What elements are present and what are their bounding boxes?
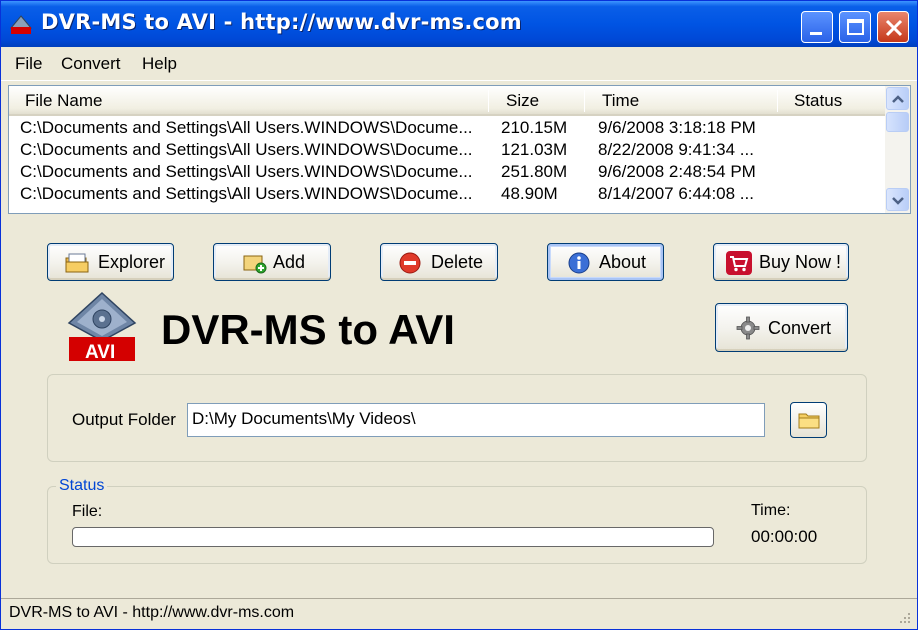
cell-size: 251.80M [501,162,568,181]
file-label: File: [72,503,103,520]
folder-icon [798,413,820,429]
cell-file-name: C:\Documents and Settings\All Users.WIND… [20,162,473,181]
buy-now-label: Buy Now ! [759,252,842,272]
menu-file[interactable]: File [15,54,42,74]
cell-file-name: C:\Documents and Settings\All Users.WIND… [20,118,473,137]
add-button[interactable]: Add [213,243,331,281]
table-row[interactable]: C:\Documents and Settings\All Users.WIND… [9,118,885,140]
table-row[interactable]: C:\Documents and Settings\All Users.WIND… [9,140,885,162]
status-group-title: Status [56,477,108,495]
time-value: 00:00:00 [751,527,818,546]
table-row[interactable]: C:\Documents and Settings\All Users.WIND… [9,184,885,206]
status-bar: DVR-MS to AVI - http://www.dvr-ms.com [1,598,917,629]
cell-size: 210.15M [501,118,568,137]
file-list[interactable]: File Name Size Time Status C:\Documents … [8,85,911,214]
column-divider[interactable] [777,90,778,112]
logo-badge-text: AVI [85,342,116,363]
scroll-up-button[interactable] [886,87,909,110]
scroll-thumb[interactable] [886,112,909,132]
delete-label: Delete [431,252,484,272]
delete-button[interactable]: Delete [380,243,498,281]
title-bar[interactable]: DVR-MS to AVI - http://www.dvr-ms.com [1,1,917,47]
menu-help[interactable]: Help [142,54,177,74]
column-time[interactable]: Time [602,91,639,111]
status-group [47,486,867,564]
maximize-button[interactable] [839,11,871,43]
column-file-name[interactable]: File Name [25,91,102,111]
column-divider[interactable] [584,90,585,112]
info-icon [568,252,590,274]
add-icon [243,255,267,274]
explorer-button[interactable]: Explorer [47,243,174,281]
column-size[interactable]: Size [506,91,539,111]
table-row[interactable]: C:\Documents and Settings\All Users.WIND… [9,162,885,184]
minimize-button[interactable] [801,11,833,43]
menu-convert[interactable]: Convert [61,54,121,74]
cell-time: 9/6/2008 3:18:18 PM [598,118,756,137]
column-divider[interactable] [488,90,489,112]
list-scrollbar[interactable] [885,86,910,213]
output-folder-label: Output Folder [72,410,176,429]
app-icon [10,15,32,34]
maximize-icon [847,19,864,35]
app-title-heading: DVR-MS to AVI [161,306,455,353]
output-folder-input[interactable]: D:\My Documents\My Videos\ [187,403,765,437]
about-button[interactable]: About [547,243,664,281]
buy-now-button[interactable]: Buy Now ! [713,243,849,281]
scroll-down-button[interactable] [886,188,909,211]
app-window: DVR-MS to AVI - http://www.dvr-ms.com Fi… [0,0,918,630]
about-label: About [599,252,647,272]
delete-icon [399,252,421,274]
list-header: File Name Size Time Status [9,86,885,116]
progress-bar [72,527,714,547]
cell-file-name: C:\Documents and Settings\All Users.WIND… [20,184,473,203]
table-row-partial[interactable] [9,206,885,213]
cart-icon [726,251,752,275]
explorer-icon [65,253,89,273]
status-bar-text: DVR-MS to AVI - http://www.dvr-ms.com [9,604,295,621]
cell-time: 8/14/2007 6:44:08 ... [598,184,754,203]
window-title: DVR-MS to AVI - http://www.dvr-ms.com [41,10,522,34]
close-button[interactable] [877,11,909,43]
cell-file-name: C:\Documents and Settings\All Users.WIND… [20,140,473,159]
close-icon [885,19,903,37]
convert-button[interactable]: Convert [715,303,848,352]
cell-time: 8/22/2008 9:41:34 ... [598,140,754,159]
time-label: Time: [751,502,791,519]
gear-icon [736,316,760,340]
add-label: Add [273,252,306,272]
scroll-down-icon [892,197,904,205]
column-status[interactable]: Status [794,91,842,111]
resize-grip-icon[interactable] [894,607,912,625]
explorer-label: Explorer [98,252,166,272]
cell-size: 48.90M [501,184,558,203]
browse-folder-button[interactable] [790,402,827,438]
convert-label: Convert [768,318,832,338]
cell-size: 121.03M [501,140,568,159]
cell-time: 9/6/2008 2:48:54 PM [598,162,756,181]
scroll-up-icon [892,95,904,103]
minimize-icon [810,32,822,35]
menu-bar: File Convert Help [1,47,917,81]
